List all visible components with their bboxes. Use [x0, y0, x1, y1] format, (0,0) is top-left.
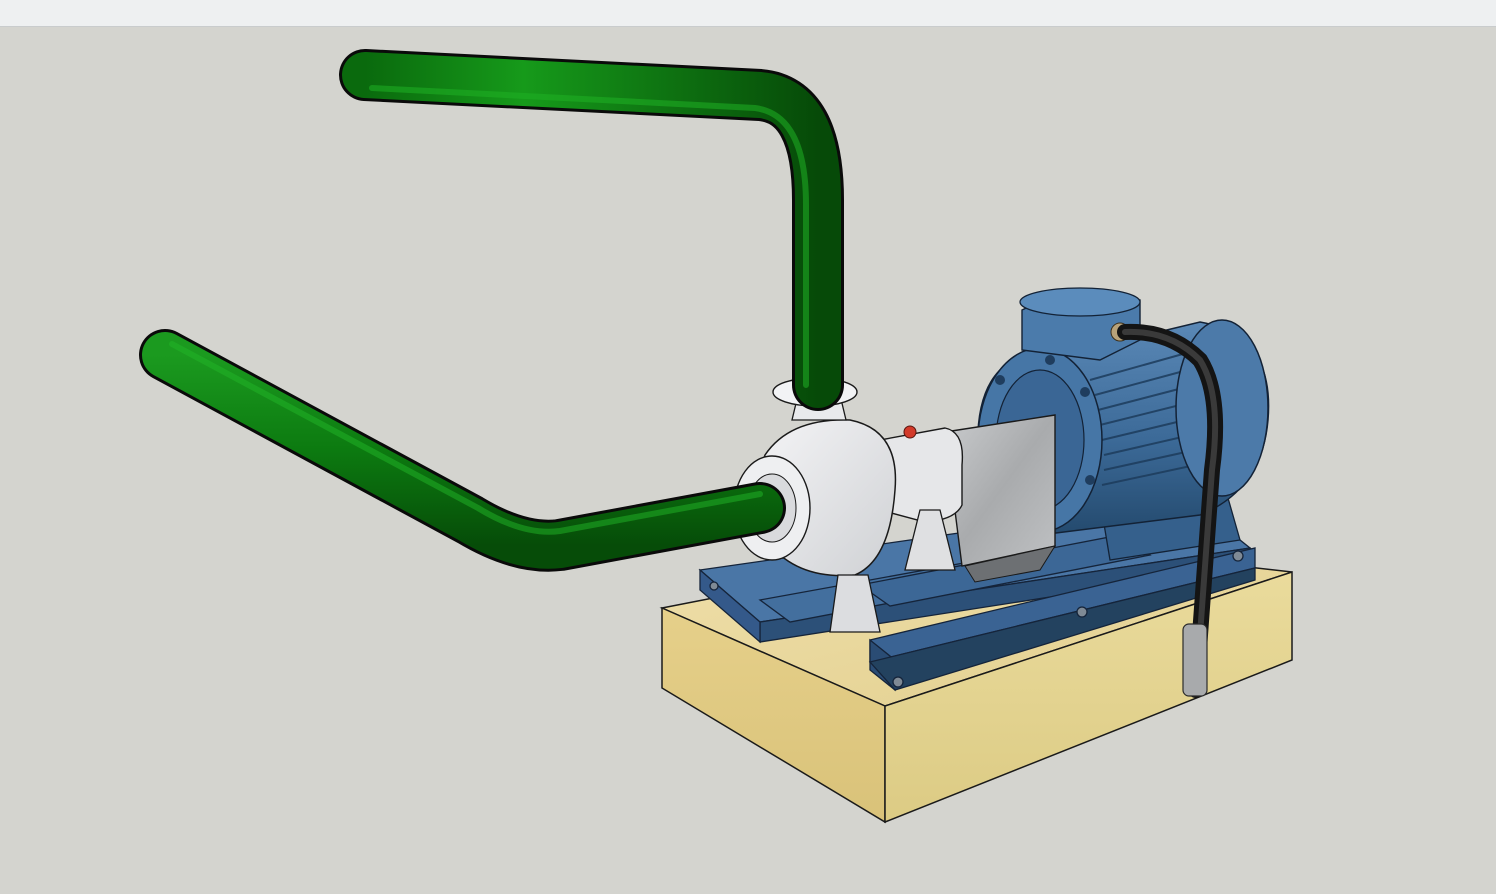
model-drawing: [139, 49, 1293, 824]
3d-viewport[interactable]: [0, 27, 1496, 894]
sketchup-window: [0, 0, 1496, 894]
discharge-pipe: [339, 49, 844, 411]
toolbar-strip: [0, 0, 1496, 27]
suction-pipe: [139, 329, 786, 572]
